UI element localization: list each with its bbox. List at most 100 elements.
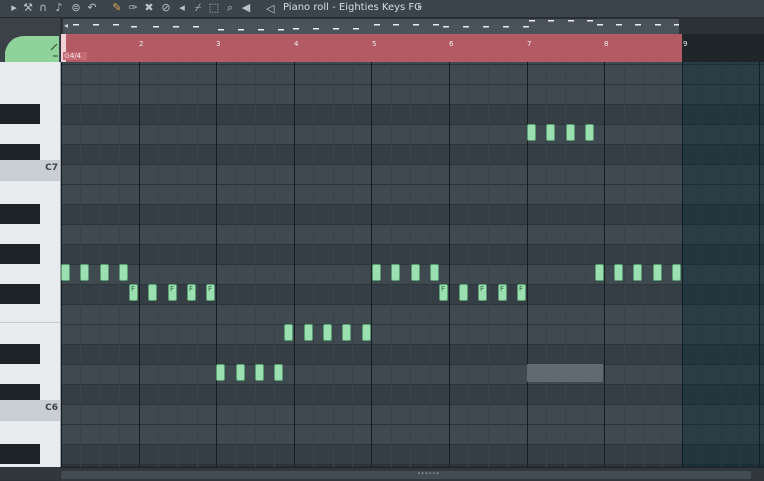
note[interactable] (459, 284, 468, 301)
note[interactable] (372, 264, 381, 281)
overview-note-mark (635, 24, 641, 26)
note[interactable] (323, 324, 332, 341)
grid-row-line (61, 144, 764, 145)
note[interactable] (672, 264, 681, 281)
note[interactable] (430, 264, 439, 281)
note[interactable] (614, 264, 623, 281)
note[interactable] (595, 264, 604, 281)
note[interactable] (100, 264, 109, 281)
note-icon[interactable]: ♪ (53, 2, 65, 14)
note[interactable]: F (129, 284, 138, 301)
note[interactable]: F (206, 284, 215, 301)
time-signature[interactable]: ⊙4/4 (63, 52, 88, 60)
note[interactable] (566, 124, 575, 141)
black-key[interactable] (0, 104, 40, 124)
grid-row-line (61, 404, 764, 405)
piano-keyboard[interactable]: C7 C6 (0, 62, 61, 467)
scrollbar-grip-icon: ∙∙∙∙∙∙ (417, 470, 440, 477)
loop-region[interactable] (61, 34, 682, 62)
step-line (468, 62, 469, 467)
target-icon[interactable]: ⊜ (70, 2, 82, 14)
grid-row (61, 104, 764, 124)
note[interactable]: F (478, 284, 487, 301)
grid-row-line (61, 444, 764, 445)
corner-tool[interactable] (0, 18, 60, 62)
grid-row (61, 284, 764, 304)
bar-number: 9 (683, 40, 688, 48)
outside-pattern-area (682, 62, 764, 467)
note[interactable] (148, 284, 157, 301)
grid-row (61, 224, 764, 244)
undo-icon[interactable]: ↶ (86, 2, 98, 14)
note[interactable]: F (439, 284, 448, 301)
time-signature-value: 4/4 (69, 52, 82, 60)
grid-row-line (61, 244, 764, 245)
note[interactable] (411, 264, 420, 281)
black-key[interactable] (0, 444, 40, 464)
note[interactable] (284, 324, 293, 341)
grid-row-line (61, 424, 764, 425)
step-line (585, 62, 586, 467)
note[interactable] (342, 324, 351, 341)
note[interactable] (119, 264, 128, 281)
overview-note-mark (353, 28, 359, 30)
note[interactable] (255, 364, 264, 381)
black-key[interactable] (0, 244, 40, 264)
note-label: F (189, 285, 194, 293)
note[interactable] (236, 364, 245, 381)
overview-note-mark (548, 20, 554, 22)
grid-row-line (61, 84, 764, 85)
grid-row-line (61, 284, 764, 285)
note[interactable] (304, 324, 313, 341)
note[interactable] (585, 124, 594, 141)
step-line (565, 62, 566, 467)
note[interactable]: F (187, 284, 196, 301)
window-title[interactable]: Piano roll - Eighties Keys FG (283, 2, 422, 13)
note[interactable]: F (498, 284, 507, 301)
overview-note-mark (73, 24, 79, 26)
step-line (177, 62, 178, 467)
black-key[interactable] (0, 284, 40, 304)
overview-note-mark (113, 24, 119, 26)
note[interactable] (61, 264, 70, 281)
note[interactable] (633, 264, 642, 281)
bar-line (294, 62, 295, 467)
scroll-left-icon[interactable]: ◂ (64, 18, 72, 34)
menu-arrow-icon[interactable]: ▸ (8, 2, 20, 14)
note[interactable] (80, 264, 89, 281)
no-icon[interactable]: ⊘ (160, 2, 172, 14)
wrench-icon[interactable]: ⚒ (22, 2, 34, 14)
zoom-icon[interactable]: ⌕ (224, 2, 236, 14)
key-divider (0, 322, 60, 323)
grid-row-line (61, 224, 764, 225)
note[interactable] (216, 364, 225, 381)
note[interactable] (391, 264, 400, 281)
note[interactable] (527, 124, 536, 141)
brush-icon[interactable]: ✑ (127, 2, 139, 14)
note[interactable] (274, 364, 283, 381)
note[interactable] (546, 124, 555, 141)
grid-row (61, 84, 764, 104)
step-line (662, 62, 663, 467)
magnet-icon[interactable]: ∩ (37, 2, 49, 14)
timeline-ruler[interactable]: 2 3 4 5 6 7 8 9 ⊙4/4 (61, 34, 764, 62)
pencil-icon[interactable]: ✎ (111, 2, 123, 14)
black-key[interactable] (0, 204, 40, 224)
delete-icon[interactable]: ✖ (143, 2, 155, 14)
slice-icon[interactable]: ⌿ (192, 2, 204, 14)
note[interactable] (653, 264, 662, 281)
grid-row (61, 164, 764, 184)
note-grid[interactable]: F F F F F F F F (61, 62, 764, 467)
speaker-icon[interactable]: ◁ (266, 2, 274, 15)
select-icon[interactable]: ⬚ (208, 2, 220, 14)
note[interactable]: F (517, 284, 526, 301)
grid-row-line (61, 304, 764, 305)
title-arrow-icon[interactable]: ▸ (418, 2, 423, 12)
note[interactable]: F (168, 284, 177, 301)
black-key[interactable] (0, 344, 40, 364)
note[interactable] (362, 324, 371, 341)
playback-icon[interactable]: ◀ (240, 2, 252, 14)
scrollbar-thumb[interactable] (61, 471, 751, 479)
mute-icon[interactable]: ◂ (176, 2, 188, 14)
horizontal-scrollbar[interactable]: ∙∙∙∙∙∙ (61, 467, 764, 481)
